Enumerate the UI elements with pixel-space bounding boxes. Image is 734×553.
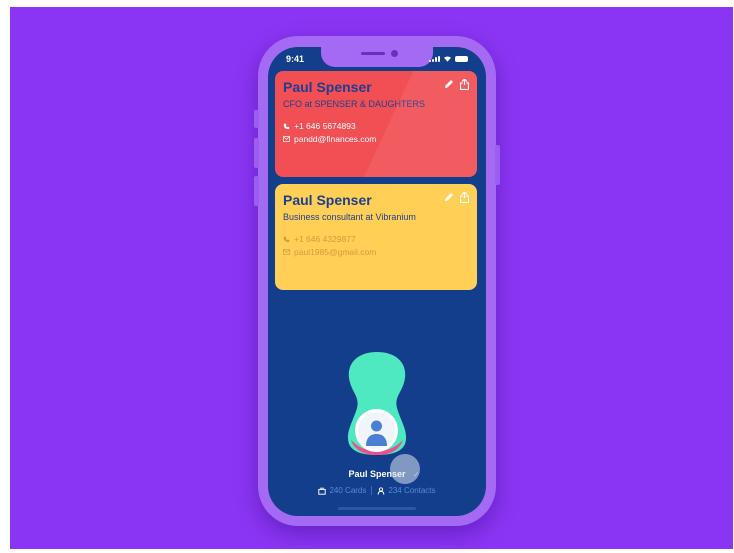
avatar[interactable] bbox=[355, 409, 398, 452]
mail-icon bbox=[283, 136, 290, 142]
card-phone-row[interactable]: +1 646 4329877 bbox=[283, 234, 356, 244]
phone-icon bbox=[283, 236, 290, 242]
business-card-yellow[interactable]: Paul Spenser Business consultant at Vibr… bbox=[275, 184, 477, 290]
profile-name: Paul Spenser bbox=[348, 469, 406, 479]
card-email: paul1985@gmail.com bbox=[294, 247, 377, 257]
phone-power-button bbox=[495, 145, 500, 185]
card-name: Paul Spenser bbox=[283, 192, 372, 208]
contacts-stat[interactable]: 234 Contacts bbox=[377, 486, 436, 495]
home-indicator[interactable] bbox=[338, 507, 416, 510]
profile-stats: 240 Cards 234 Contacts bbox=[268, 486, 486, 495]
card-stack-icon bbox=[318, 487, 327, 495]
signal-icon bbox=[429, 56, 440, 62]
card-email: pandd@finances.com bbox=[294, 134, 377, 144]
business-card-red[interactable]: Paul Spenser CFO at SPENSER & DAUGHTERS … bbox=[275, 71, 477, 177]
card-job-title: Business consultant at Vibranium bbox=[283, 212, 416, 222]
card-actions bbox=[444, 79, 469, 90]
notch bbox=[321, 47, 433, 67]
share-icon[interactable] bbox=[460, 79, 469, 90]
pencil-icon[interactable] bbox=[444, 79, 454, 89]
wifi-icon bbox=[444, 56, 451, 62]
person-silhouette-icon bbox=[366, 420, 387, 446]
cards-count: 240 Cards bbox=[329, 486, 367, 495]
pencil-icon[interactable] bbox=[444, 192, 454, 202]
person-icon bbox=[378, 486, 385, 495]
status-icons bbox=[429, 55, 468, 62]
mail-icon bbox=[283, 249, 290, 255]
stats-divider bbox=[371, 486, 373, 495]
status-time: 9:41 bbox=[286, 54, 305, 64]
front-camera bbox=[391, 50, 398, 57]
card-job-title: CFO at SPENSER & DAUGHTERS bbox=[283, 99, 426, 109]
card-email-row[interactable]: pandd@finances.com bbox=[283, 134, 376, 144]
share-icon[interactable] bbox=[460, 192, 469, 203]
phone-icon bbox=[283, 123, 290, 129]
card-actions bbox=[444, 192, 469, 203]
phone-side-button bbox=[254, 110, 259, 128]
touch-indicator bbox=[390, 454, 420, 484]
contacts-count: 234 Contacts bbox=[388, 486, 436, 495]
phone-screen: 9:41 Paul Spenser CFO at SPENSER & DAUGH… bbox=[268, 47, 486, 516]
card-phone: +1 646 5674893 bbox=[294, 121, 356, 131]
speaker bbox=[361, 52, 385, 55]
phone-volume-up bbox=[254, 138, 259, 168]
battery-icon bbox=[455, 56, 468, 62]
card-phone: +1 646 4329877 bbox=[294, 234, 356, 244]
phone-volume-down bbox=[254, 176, 259, 206]
card-name: Paul Spenser bbox=[283, 79, 372, 95]
card-phone-row[interactable]: +1 646 5674893 bbox=[283, 121, 356, 131]
cards-stat[interactable]: 240 Cards bbox=[318, 486, 366, 495]
card-email-row[interactable]: paul1985@gmail.com bbox=[283, 247, 376, 257]
